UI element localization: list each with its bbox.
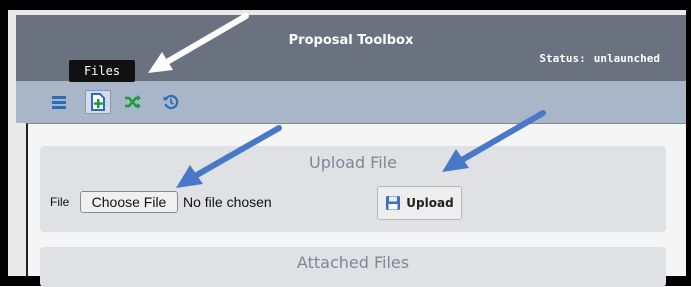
history-icon	[163, 94, 179, 110]
attached-files-panel: Attached Files	[40, 247, 666, 287]
choose-file-button[interactable]: Choose File	[80, 191, 178, 213]
status-value: unlaunched	[593, 52, 660, 65]
floppy-disk-icon	[386, 196, 401, 210]
upload-file-panel: Upload File	[40, 146, 666, 232]
shuffle-icon	[125, 95, 141, 109]
menu-icon	[52, 96, 66, 109]
status-label: Status:	[539, 52, 586, 65]
files-tooltip: Files	[69, 60, 135, 82]
upload-button-label: Upload	[406, 196, 454, 210]
window-title: Proposal Toolbox	[288, 33, 414, 48]
history-button[interactable]	[158, 90, 184, 114]
menu-button[interactable]	[46, 90, 72, 114]
file-field-label: File	[50, 195, 70, 209]
status-indicator: Status: unlaunched	[539, 52, 660, 65]
attached-files-heading: Attached Files	[296, 253, 410, 272]
upload-file-heading: Upload File	[309, 153, 397, 172]
file-status-text: No file chosen	[183, 194, 272, 210]
shuffle-button[interactable]	[120, 90, 146, 114]
upload-button[interactable]: Upload	[377, 186, 462, 220]
add-file-icon	[91, 93, 105, 111]
toolbar	[16, 81, 686, 123]
files-button[interactable]	[85, 90, 111, 114]
